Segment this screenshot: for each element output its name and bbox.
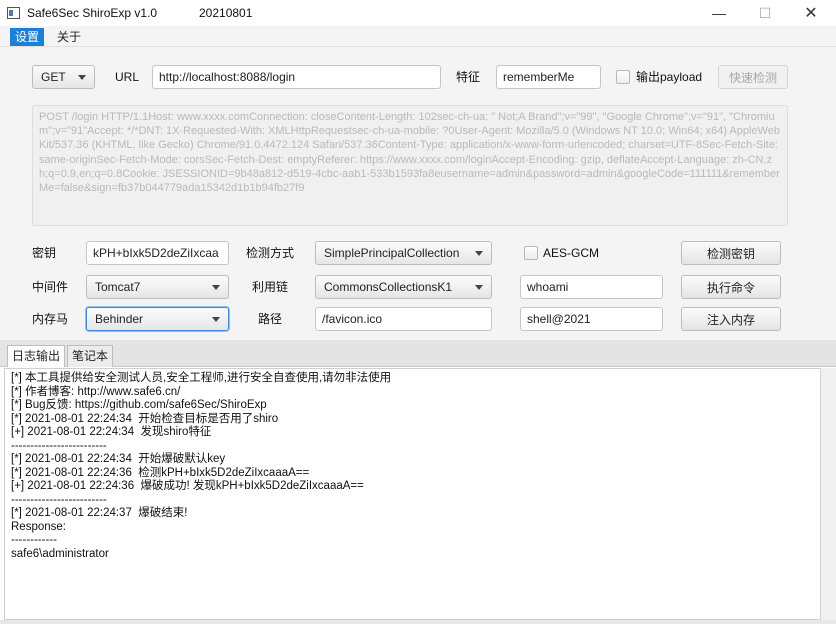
path-label: 路径	[258, 312, 283, 326]
output-payload-checkbox[interactable]	[616, 70, 630, 84]
detect-method-label: 检测方式	[246, 246, 295, 260]
maximize-button[interactable]: ☐	[742, 0, 788, 26]
path-input[interactable]: /favicon.ico	[315, 307, 492, 331]
window-version-date: 20210801	[199, 6, 253, 20]
url-input[interactable]: http://localhost:8088/login	[152, 65, 441, 89]
quick-detect-button[interactable]: 快速检测	[718, 65, 788, 89]
chain-value: CommonsCollectionsK1	[324, 280, 453, 294]
chevron-down-icon	[78, 75, 86, 80]
chain-select[interactable]: CommonsCollectionsK1	[315, 275, 492, 299]
vertical-scrollbar[interactable]	[821, 368, 836, 624]
middleware-label: 中间件	[32, 280, 69, 294]
close-button[interactable]: ✕	[788, 0, 834, 26]
window-bottom-edge	[0, 620, 836, 624]
aes-gcm-label: AES-GCM	[543, 246, 600, 260]
minimize-button[interactable]: —	[696, 0, 742, 26]
title-bar: Safe6Sec ShiroExp v1.0 20210801 — ☐ ✕	[0, 0, 836, 26]
feature-label: 特征	[456, 70, 481, 84]
exec-command-button[interactable]: 执行命令	[681, 275, 781, 299]
raw-request-textarea[interactable]: POST /login HTTP/1.1Host: www.xxxx.comCo…	[32, 105, 788, 226]
chevron-down-icon	[212, 317, 220, 322]
url-label: URL	[115, 70, 140, 84]
aes-gcm-checkbox[interactable]	[524, 246, 538, 260]
settings-panel: GET URL http://localhost:8088/login 特征 r…	[0, 47, 836, 340]
chevron-down-icon	[212, 285, 220, 290]
detect-method-select[interactable]: SimplePrincipalCollection	[315, 241, 492, 265]
log-output-area[interactable]: [*] 本工具提供给安全测试人员,安全工程师,进行安全自查使用,请勿非法使用 […	[4, 368, 821, 620]
app-icon	[7, 7, 20, 19]
feature-input[interactable]: rememberMe	[496, 65, 601, 89]
inject-memshell-button[interactable]: 注入内存	[681, 307, 781, 331]
output-payload-label: 输出payload	[636, 70, 703, 84]
window-title: Safe6Sec ShiroExp v1.0	[27, 6, 158, 20]
menu-bar: 设置 关于	[0, 26, 836, 47]
http-method-value: GET	[41, 70, 66, 84]
chevron-down-icon	[475, 251, 483, 256]
memshell-select[interactable]: Behinder	[86, 307, 229, 331]
middleware-select[interactable]: Tomcat7	[86, 275, 229, 299]
memshell-label: 内存马	[32, 312, 69, 326]
key-input[interactable]: kPH+bIxk5D2deZiIxcaa	[86, 241, 229, 265]
http-method-select[interactable]: GET	[32, 65, 95, 89]
middleware-value: Tomcat7	[95, 280, 141, 294]
menu-about[interactable]: 关于	[52, 28, 86, 46]
memshell-value: Behinder	[95, 312, 144, 326]
detect-key-button[interactable]: 检测密钥	[681, 241, 781, 265]
password-input[interactable]: shell@2021	[520, 307, 663, 331]
menu-settings[interactable]: 设置	[10, 28, 45, 46]
chevron-down-icon	[475, 285, 483, 290]
tab-notebook[interactable]: 笔记本	[67, 345, 114, 367]
chain-label: 利用链	[252, 280, 289, 294]
key-label: 密钥	[32, 246, 57, 260]
tab-bar: 日志输出 笔记本	[0, 340, 836, 367]
detect-method-value: SimplePrincipalCollection	[324, 246, 460, 260]
command-input[interactable]: whoami	[520, 275, 663, 299]
tab-log-output[interactable]: 日志输出	[7, 345, 66, 367]
